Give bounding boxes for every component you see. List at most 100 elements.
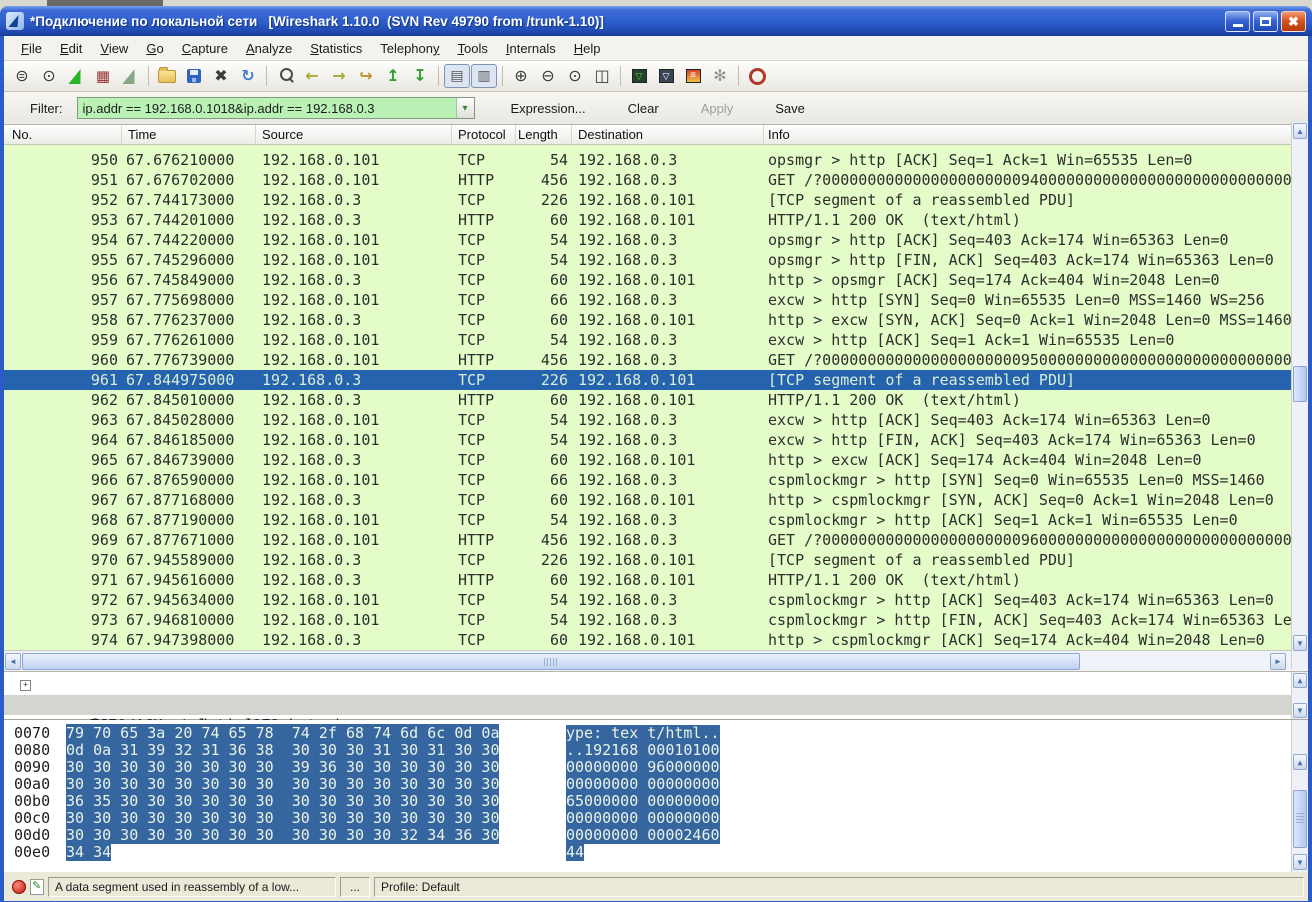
menu-item[interactable]: Internals xyxy=(497,38,565,59)
packet-row[interactable]: 968 67.877190000 192.168.0.101 TCP 54 19… xyxy=(4,510,1308,530)
scroll-down-arrow[interactable]: ▼ xyxy=(1293,703,1307,718)
capture-filters-icon[interactable]: ▽ xyxy=(626,64,652,88)
packet-row[interactable]: 973 67.946810000 192.168.0.101 TCP 54 19… xyxy=(4,610,1308,630)
packet-row[interactable]: 950 67.676210000 192.168.0.101 TCP 54 19… xyxy=(4,150,1308,170)
menu-item[interactable]: Help xyxy=(565,38,610,59)
menu-item[interactable]: Tools xyxy=(449,38,497,59)
go-to-top-icon[interactable]: ↥ xyxy=(380,64,406,88)
save-button[interactable]: Save xyxy=(769,98,811,119)
column-header-no[interactable]: No. xyxy=(4,125,122,144)
scroll-up-arrow[interactable]: ▲ xyxy=(1293,673,1307,688)
detail-row-segment-data[interactable]: TCP segment data (172 bytes) xyxy=(4,695,1308,715)
packet-row[interactable]: 965 67.846739000 192.168.0.3 TCP 60 192.… xyxy=(4,450,1308,470)
hex-ascii[interactable]: ..192168 00010100 xyxy=(566,742,720,759)
hex-ascii[interactable]: 65000000 00000000 xyxy=(566,793,720,810)
scroll-down-arrow[interactable]: ▼ xyxy=(1293,635,1307,651)
close-button[interactable]: ✖ xyxy=(1281,11,1306,32)
go-to-packet-icon[interactable]: ↪ xyxy=(353,64,379,88)
zoom-100-icon[interactable]: ⊙ xyxy=(562,64,588,88)
hex-bytes[interactable]: 30 30 30 30 30 30 30 30 30 30 30 30 30 3… xyxy=(66,809,499,827)
go-to-bottom-icon[interactable]: ↧ xyxy=(407,64,433,88)
packet-row[interactable]: 959 67.776261000 192.168.0.101 TCP 54 19… xyxy=(4,330,1308,350)
packet-row[interactable]: 972 67.945634000 192.168.0.101 TCP 54 19… xyxy=(4,590,1308,610)
packet-row[interactable]: 953 67.744201000 192.168.0.3 HTTP 60 192… xyxy=(4,210,1308,230)
packet-row[interactable]: 960 67.776739000 192.168.0.101 HTTP 456 … xyxy=(4,350,1308,370)
hex-bytes[interactable]: 36 35 30 30 30 30 30 30 30 30 30 30 30 3… xyxy=(66,792,499,810)
packet-row[interactable]: 970 67.945589000 192.168.0.3 TCP 226 192… xyxy=(4,550,1308,570)
hex-ascii[interactable]: 00000000 00000000 xyxy=(566,810,720,827)
filter-input[interactable] xyxy=(78,98,456,118)
detail-row-seq-ack[interactable]: + [SEQ/ACK analysis] xyxy=(4,675,1308,695)
minimize-button[interactable] xyxy=(1225,11,1250,32)
stop-capture-icon[interactable]: ▦ xyxy=(90,64,116,88)
packet-row[interactable]: 957 67.775698000 192.168.0.101 TCP 66 19… xyxy=(4,290,1308,310)
menu-item[interactable]: File xyxy=(12,38,51,59)
expand-plus-icon[interactable]: + xyxy=(20,680,31,691)
menu-item[interactable]: Edit xyxy=(51,38,91,59)
status-profile[interactable]: Profile: Default xyxy=(374,877,1304,897)
packet-row[interactable]: 969 67.877671000 192.168.0.101 HTTP 456 … xyxy=(4,530,1308,550)
restart-capture-icon[interactable] xyxy=(117,64,143,88)
scroll-right-arrow[interactable]: ► xyxy=(1270,653,1286,670)
display-filters-icon[interactable]: ▽ xyxy=(653,64,679,88)
column-header-protocol[interactable]: Protocol xyxy=(452,125,516,144)
scroll-down-arrow[interactable]: ▼ xyxy=(1293,854,1307,870)
go-forward-icon[interactable]: → xyxy=(326,64,352,88)
packet-row[interactable]: 962 67.845010000 192.168.0.3 HTTP 60 192… xyxy=(4,390,1308,410)
open-file-icon[interactable] xyxy=(154,64,180,88)
packet-row[interactable]: 974 67.947398000 192.168.0.3 TCP 60 192.… xyxy=(4,630,1308,650)
expression-button[interactable]: Expression... xyxy=(505,98,592,119)
hex-ascii[interactable]: 00000000 00000000 xyxy=(566,776,720,793)
hex-bytes[interactable]: 30 30 30 30 30 30 30 30 39 36 30 30 30 3… xyxy=(66,758,499,776)
column-header-info[interactable]: Info xyxy=(764,125,1308,144)
hex-bytes[interactable]: 30 30 30 30 30 30 30 30 30 30 30 30 30 3… xyxy=(66,775,499,793)
menu-item[interactable]: Telephony xyxy=(371,38,448,59)
scroll-up-arrow[interactable]: ▲ xyxy=(1293,754,1307,770)
clear-button[interactable]: Clear xyxy=(622,98,665,119)
preferences-icon[interactable]: ✻ xyxy=(707,64,733,88)
list-vscroll-thumb[interactable] xyxy=(1293,366,1307,402)
bytes-vscroll-thumb[interactable] xyxy=(1293,790,1307,848)
maximize-button[interactable] xyxy=(1253,11,1278,32)
packet-row[interactable]: 951 67.676702000 192.168.0.101 HTTP 456 … xyxy=(4,170,1308,190)
scroll-up-arrow[interactable]: ▲ xyxy=(1293,123,1307,139)
hex-bytes[interactable]: 79 70 65 3a 20 74 65 78 74 2f 68 74 6d 6… xyxy=(66,724,499,742)
close-file-icon[interactable]: ✖ xyxy=(208,64,234,88)
packet-row[interactable]: 958 67.776237000 192.168.0.3 TCP 60 192.… xyxy=(4,310,1308,330)
hex-ascii[interactable]: 00000000 96000000 xyxy=(566,759,720,776)
hex-bytes[interactable]: 34 34 xyxy=(66,843,111,861)
column-header-destination[interactable]: Destination xyxy=(572,125,764,144)
apply-button[interactable]: Apply xyxy=(695,98,740,119)
save-file-icon[interactable] xyxy=(181,64,207,88)
menu-item[interactable]: Statistics xyxy=(301,38,371,59)
hscroll-thumb[interactable] xyxy=(22,653,1080,670)
list-interfaces-icon[interactable]: ⊜ xyxy=(9,64,35,88)
packet-row[interactable]: 971 67.945616000 192.168.0.3 HTTP 60 192… xyxy=(4,570,1308,590)
status-ellipsis[interactable]: ... xyxy=(340,877,370,897)
capture-options-icon[interactable]: ⊙ xyxy=(36,64,62,88)
help-icon[interactable] xyxy=(744,64,770,88)
reload-icon[interactable]: ↻ xyxy=(235,64,261,88)
packet-row[interactable]: 966 67.876590000 192.168.0.101 TCP 66 19… xyxy=(4,470,1308,490)
zoom-in-icon[interactable]: ⊕ xyxy=(508,64,534,88)
hex-bytes[interactable]: 30 30 30 30 30 30 30 30 30 30 30 30 32 3… xyxy=(66,826,499,844)
go-back-icon[interactable]: ← xyxy=(299,64,325,88)
hex-ascii[interactable]: 44 xyxy=(566,844,584,861)
start-capture-icon[interactable] xyxy=(63,64,89,88)
menu-item[interactable]: View xyxy=(91,38,137,59)
expert-info-icon[interactable] xyxy=(12,880,26,894)
hex-bytes[interactable]: 0d 0a 31 39 32 31 36 38 30 30 30 31 30 3… xyxy=(66,741,499,759)
packet-row[interactable]: 961 67.844975000 192.168.0.3 TCP 226 192… xyxy=(4,370,1308,390)
wireshark-app-icon[interactable] xyxy=(6,12,24,30)
capture-comment-icon[interactable]: ✎ xyxy=(30,879,44,895)
resize-columns-icon[interactable]: ◫ xyxy=(589,64,615,88)
column-header-source[interactable]: Source xyxy=(256,125,452,144)
packet-row[interactable]: 963 67.845028000 192.168.0.101 TCP 54 19… xyxy=(4,410,1308,430)
packet-row[interactable]: 964 67.846185000 192.168.0.101 TCP 54 19… xyxy=(4,430,1308,450)
menu-item[interactable]: Go xyxy=(137,38,172,59)
menu-item[interactable]: Analyze xyxy=(237,38,301,59)
packet-row[interactable]: 954 67.744220000 192.168.0.101 TCP 54 19… xyxy=(4,230,1308,250)
packet-row[interactable]: 952 67.744173000 192.168.0.3 TCP 226 192… xyxy=(4,190,1308,210)
packet-row[interactable]: 956 67.745849000 192.168.0.3 TCP 60 192.… xyxy=(4,270,1308,290)
hex-ascii[interactable]: 00000000 00002460 xyxy=(566,827,720,844)
